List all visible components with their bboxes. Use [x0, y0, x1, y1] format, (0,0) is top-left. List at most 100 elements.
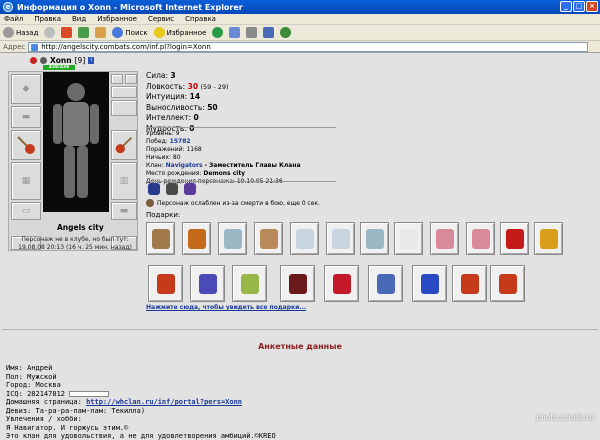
gift-item[interactable]: [324, 265, 359, 302]
gift-icon: [505, 228, 524, 249]
edit-icon: [263, 27, 275, 38]
gift-item[interactable]: [490, 265, 525, 302]
menu-tools[interactable]: Сервис: [148, 15, 174, 23]
gift-icon: [223, 228, 242, 249]
edit-button[interactable]: [263, 27, 275, 38]
menu-file[interactable]: Файл: [4, 15, 23, 23]
menu-view[interactable]: Вид: [72, 15, 86, 23]
gift-icon: [295, 228, 314, 249]
stop-button[interactable]: [61, 27, 73, 38]
info-icon[interactable]: i: [88, 57, 95, 64]
gift-item[interactable]: [412, 265, 447, 302]
gift-item[interactable]: [190, 265, 225, 302]
homepage-link[interactable]: http://whclan.ru/inf/portal?pers=Xonn: [86, 398, 242, 406]
messenger-icon: [280, 27, 292, 38]
gift-item[interactable]: [148, 265, 183, 302]
gift-item[interactable]: [368, 265, 403, 302]
gift-item[interactable]: [500, 222, 529, 255]
gift-item[interactable]: [280, 265, 315, 302]
search-button[interactable]: Поиск: [112, 27, 148, 38]
close-button[interactable]: ×: [586, 1, 598, 12]
character-name: Xonn: [50, 56, 72, 65]
anketa-body: Имя: Андрей Пол: Мужской Город: Москва ICQ:…: [6, 364, 276, 440]
anketa-icq: ICQ: 282147812: [6, 390, 276, 399]
stat-intuition: Интуиция: 14: [146, 92, 201, 101]
amulet-slot[interactable]: [125, 74, 137, 84]
back-button[interactable]: Назад: [3, 27, 38, 38]
gloves-slot[interactable]: [111, 100, 137, 116]
gift-item[interactable]: [182, 222, 211, 255]
forward-button[interactable]: [44, 27, 56, 38]
mace-icon: [17, 136, 35, 154]
earring-slot[interactable]: [111, 74, 123, 84]
anketa-motto: Девиз: Та-ра-ра-пам-пам: Текилла): [6, 406, 146, 415]
gift-icon: [288, 273, 307, 294]
gift-item[interactable]: [290, 222, 319, 255]
weapon-slot[interactable]: [11, 130, 41, 160]
history-button[interactable]: [212, 27, 224, 38]
stat-strength: Сила: 3: [146, 71, 176, 80]
belt-slot[interactable]: ▭: [11, 202, 41, 220]
icq-status-box: [69, 390, 110, 397]
gift-item[interactable]: [218, 222, 247, 255]
messenger-button[interactable]: [280, 27, 292, 38]
detail-losses: Поражений: 1168: [146, 146, 202, 153]
address-label: Адрес: [3, 42, 26, 51]
menu-edit[interactable]: Правка: [34, 15, 61, 23]
character-portrait[interactable]: 438/438: [43, 65, 109, 212]
gift-item[interactable]: [254, 222, 283, 255]
shield-slot[interactable]: [111, 130, 137, 160]
online-status: Персонаж не в клубе, но был тут:: [21, 236, 129, 243]
gift-icon: [198, 273, 217, 294]
gift-item[interactable]: [360, 222, 389, 255]
armor-slot[interactable]: ▦: [11, 162, 41, 200]
maximize-button[interactable]: □: [573, 1, 585, 12]
refresh-button[interactable]: [78, 27, 90, 38]
clan-icon[interactable]: [40, 57, 47, 64]
gift-icon: [460, 273, 479, 294]
menu-favorites[interactable]: Избранное: [97, 15, 137, 23]
leggings-slot[interactable]: ▥: [111, 162, 137, 200]
medal-icon[interactable]: [166, 183, 178, 195]
refresh-icon: [78, 27, 90, 38]
gift-icon: [471, 228, 490, 249]
minimize-button[interactable]: _: [560, 1, 572, 12]
ring-slots[interactable]: [111, 86, 137, 98]
detail-clan: Клан: Navigators - Заместитель Главы Кла…: [146, 162, 301, 169]
favorites-button[interactable]: Избранное: [153, 27, 206, 38]
gift-item[interactable]: [394, 222, 423, 255]
gift-item[interactable]: [430, 222, 459, 255]
menu-bar: Файл Правка Вид Избранное Сервис Справка: [0, 14, 600, 25]
print-button[interactable]: [246, 27, 258, 38]
bracer-slot[interactable]: ▬: [11, 106, 41, 128]
helmet-slot[interactable]: ◆: [11, 74, 41, 104]
boots-slot[interactable]: ▬: [111, 202, 137, 220]
medal-icon[interactable]: [184, 183, 196, 195]
mail-button[interactable]: [229, 27, 241, 38]
gift-item[interactable]: [452, 265, 487, 302]
home-icon: [95, 27, 107, 38]
search-icon: [112, 27, 124, 38]
gift-item[interactable]: [534, 222, 563, 255]
toolbar: Назад Поиск Избранное: [0, 25, 600, 41]
address-input[interactable]: http://angelscity.combats.com/inf.pl?log…: [28, 41, 589, 52]
window-title: Информация о Xonn - Microsoft Internet E…: [17, 2, 243, 12]
anketa-city: Город: Москва: [6, 381, 61, 389]
detail-level: Уровень: 9: [146, 130, 180, 137]
gift-item[interactable]: [146, 222, 175, 255]
home-button[interactable]: [95, 27, 107, 38]
stop-icon: [61, 27, 73, 38]
gift-icon: [365, 228, 384, 249]
gift-item[interactable]: [466, 222, 495, 255]
gifts-link[interactable]: Нажмите сюда, чтобы увидеть все подарки.…: [146, 304, 306, 311]
menu-help[interactable]: Справка: [185, 15, 216, 23]
gift-item[interactable]: [326, 222, 355, 255]
medal-icon[interactable]: [148, 183, 160, 195]
detail-wins: Побед: 15782: [146, 138, 191, 145]
clan-link[interactable]: Navigators: [166, 162, 203, 169]
character-silhouette: [53, 83, 99, 198]
anketa-hobby-label: Увлечения / хобби:: [6, 415, 82, 423]
gifts-title: Подарки:: [146, 211, 181, 219]
gift-item[interactable]: [232, 265, 267, 302]
stat-agility: Ловкость: 30 (59 - 29): [146, 81, 229, 91]
